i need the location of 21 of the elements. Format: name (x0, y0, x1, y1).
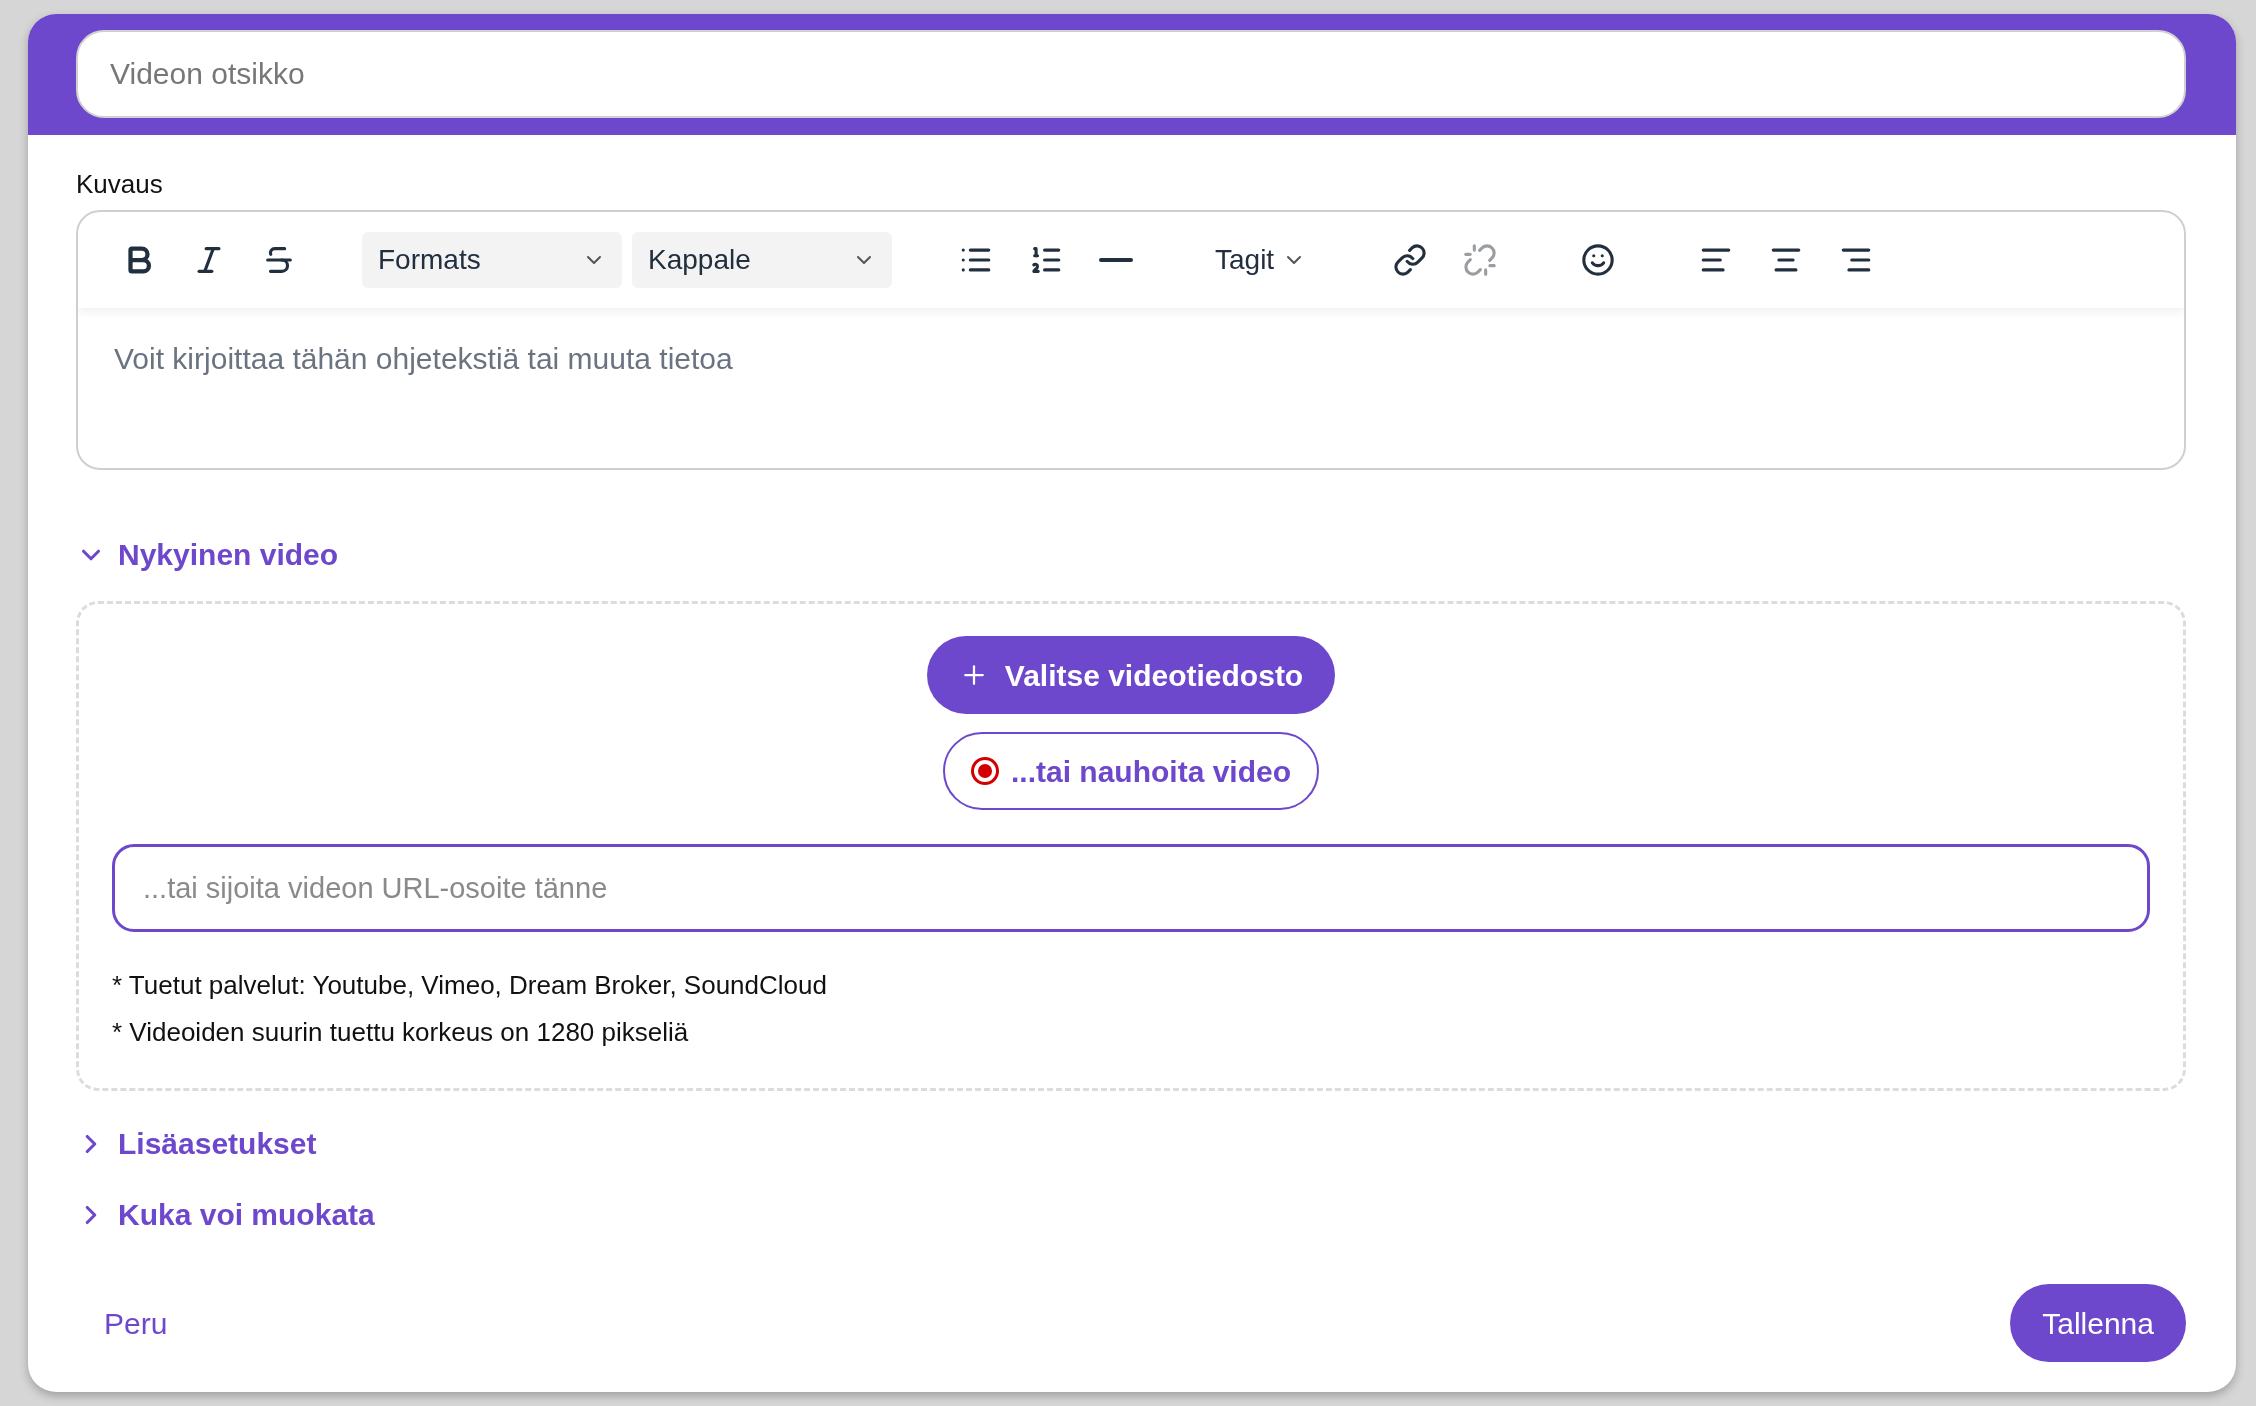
unlink-icon (1463, 243, 1498, 277)
save-button[interactable]: Tallenna (2010, 1284, 2186, 1362)
video-title-field[interactable]: Videon otsikko (76, 30, 2186, 118)
section-toggle[interactable]: Nykyinen video (76, 532, 2186, 577)
description-label: Kuvaus (76, 168, 164, 201)
format-dropdown[interactable]: Kappale (632, 232, 892, 288)
record-video-button[interactable]: ...tai nauhoita video (942, 732, 1319, 810)
video-url-field[interactable]: ...tai sijoita videon URL-osoite tänne (112, 844, 2150, 932)
tags-menu-button[interactable]: Tagit (1199, 232, 1323, 288)
record-icon (970, 757, 999, 785)
section-toggle[interactable]: Lisäasetukset (76, 1121, 2186, 1166)
cancel-link[interactable]: Peru (104, 1300, 168, 1346)
editor-placeholder[interactable]: Voit kirjoittaa tähän ohjetekstiä tai muuta tietoa (114, 342, 733, 375)
choose-video-file-button[interactable]: Valitse videotiedosto (926, 636, 1336, 714)
horizontal-rule-icon (1099, 258, 1133, 262)
link-icon (1393, 243, 1428, 277)
help-note: * Tuetut palvelut: Youtube, Vimeo, Dream Broker, SoundCloud (112, 969, 827, 1002)
help-note: * Videoiden suurin tuettu korkeus on 1280 pikseliä (112, 1016, 690, 1049)
smiley-icon (1581, 243, 1616, 277)
section-toggle[interactable]: Kuka voi muokata (76, 1192, 2186, 1237)
format-dropdown[interactable]: Formats (362, 232, 622, 288)
